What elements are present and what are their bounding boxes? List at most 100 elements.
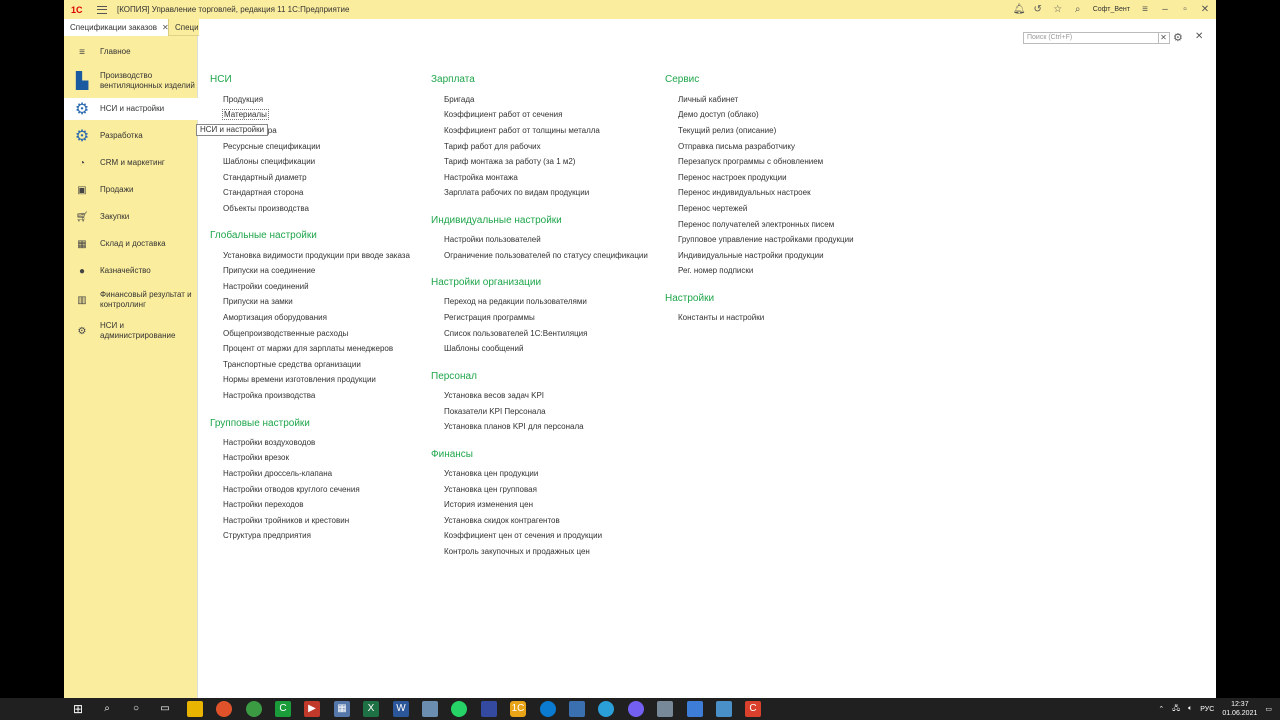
list-item[interactable]: Текущий релиз (описание) (678, 126, 776, 135)
clear-search-icon[interactable]: ✕ (1158, 32, 1170, 44)
user-name[interactable]: Софт_Вент (1093, 6, 1130, 13)
firefox-icon[interactable] (216, 701, 232, 717)
search-input[interactable]: Поиск (Ctrl+F) (1023, 32, 1159, 44)
list-item[interactable]: Коэффициент цен от сечения и продукции (444, 531, 602, 540)
list-item[interactable]: Транспортные средства организации (223, 360, 361, 369)
app-icon[interactable] (569, 701, 585, 717)
list-item[interactable]: Тариф монтажа за работу (за 1 м2) (444, 157, 575, 166)
list-item[interactable]: Настройка производства (223, 391, 315, 400)
telegram-icon[interactable] (598, 701, 614, 717)
task-view-icon[interactable]: ▭ (157, 701, 173, 717)
sidebar-item-crm[interactable]: ◔ CRM и маркетинг (64, 156, 198, 170)
app-icon[interactable] (422, 701, 438, 717)
list-item[interactable]: Личный кабинет (678, 95, 738, 104)
list-item[interactable]: Контроль закупочных и продажных цен (444, 547, 590, 556)
list-item[interactable]: Показатели KPI Персонала (444, 407, 546, 416)
1c-app-icon[interactable]: 1С (510, 701, 526, 717)
link-spec-templates[interactable]: Шаблоны спецификации (223, 157, 315, 166)
list-item[interactable]: Ограничение пользователей по статусу спе… (444, 251, 648, 260)
list-item[interactable]: Настройки пользователей (444, 235, 541, 244)
link-standard-diameter[interactable]: Стандартный диаметр (223, 173, 307, 182)
sidebar-item-production[interactable]: ▙ Производство вентиляционных изделий (64, 69, 198, 93)
search-icon[interactable]: ⌕ (99, 701, 115, 717)
list-item[interactable]: Перенос чертежей (678, 204, 747, 213)
link-products[interactable]: Продукция (223, 95, 263, 104)
list-item[interactable]: Настройки врезок (223, 453, 289, 462)
bell-icon[interactable]: 🔔︎ (1013, 4, 1026, 15)
sidebar-item-purchases[interactable]: 🛒︎ Закупки (64, 210, 198, 224)
list-item[interactable]: Регистрация программы (444, 313, 535, 322)
tab-spec-orders[interactable]: Спецификации заказов ✕ (64, 19, 169, 36)
list-item[interactable]: Установка цен продукции (444, 469, 538, 478)
main-menu-icon[interactable] (97, 5, 107, 14)
panel-settings-icon[interactable]: ⚙ (1173, 31, 1183, 44)
volume-icon[interactable]: 🔈︎ (1188, 705, 1192, 713)
list-item[interactable]: Тариф работ для рабочих (444, 142, 541, 151)
chrome-icon[interactable] (246, 701, 262, 717)
file-explorer-icon[interactable] (187, 701, 203, 717)
list-item[interactable]: Шаблоны сообщений (444, 344, 523, 353)
list-item[interactable]: Перенос индивидуальных настроек (678, 188, 811, 197)
list-item[interactable]: Зарплата рабочих по видам продукции (444, 188, 589, 197)
sidebar-item-treasury[interactable]: ● Казначейство (64, 264, 198, 278)
tab-spec[interactable]: Специф (168, 19, 198, 36)
list-item[interactable]: Демо доступ (облако) (678, 110, 759, 119)
list-item[interactable]: Установка цен групповая (444, 485, 537, 494)
list-item[interactable]: Настройки дроссель-клапана (223, 469, 332, 478)
language-indicator[interactable]: РУС (1200, 706, 1214, 713)
list-item[interactable]: Настройки воздуховодов (223, 438, 315, 447)
list-item[interactable]: Припуски на замки (223, 297, 293, 306)
list-item[interactable]: Установка планов KPI для персонала (444, 422, 584, 431)
list-item[interactable]: Амортизация оборудования (223, 313, 327, 322)
list-item[interactable]: Групповое управление настройками продукц… (678, 235, 854, 244)
close-panel-icon[interactable]: ✕ (1195, 31, 1203, 42)
list-item[interactable]: Перенос получателей электронных писем (678, 220, 834, 229)
list-item[interactable]: Настройка монтажа (444, 173, 518, 182)
edge-icon[interactable] (540, 701, 556, 717)
sidebar-item-main[interactable]: ≡ Главное (64, 45, 198, 59)
sidebar-item-sales[interactable]: ▣ Продажи (64, 183, 198, 197)
maximize-icon[interactable]: ▫ (1180, 4, 1190, 15)
word-icon[interactable]: W (393, 701, 409, 717)
list-item[interactable]: История изменения цен (444, 500, 533, 509)
whatsapp-icon[interactable] (451, 701, 467, 717)
list-item[interactable]: Переход на редакции пользователями (444, 297, 587, 306)
list-item[interactable]: Отправка письма разработчику (678, 142, 795, 151)
show-hidden-icons-icon[interactable]: ⌃ (1158, 705, 1164, 713)
list-item[interactable]: Настройки переходов (223, 500, 304, 509)
notifications-icon[interactable]: ▭ (1265, 705, 1272, 713)
list-item[interactable]: Общепроизводственные расходы (223, 329, 348, 338)
link-materials[interactable]: Материалы (222, 109, 269, 120)
sidebar-item-finance[interactable]: ▥ Финансовый результат и контроллинг (64, 289, 198, 311)
remote-desktop-icon[interactable] (716, 701, 732, 717)
sidebar-item-development[interactable]: ⚙ Разработка (64, 126, 198, 146)
settings-menu-icon[interactable]: ≡ (1140, 4, 1150, 15)
list-item[interactable]: Процент от маржи для зарплаты менеджеров (223, 344, 393, 353)
list-item[interactable]: Настройки отводов круглого сечения (223, 485, 360, 494)
list-item[interactable]: Коэффициент работ от толщины металла (444, 126, 600, 135)
list-item[interactable]: Установка весов задач KPI (444, 391, 544, 400)
sidebar-item-nsi-settings[interactable]: ⚙ НСИ и настройки (64, 98, 198, 120)
search-icon[interactable]: ⌕ (1073, 4, 1083, 15)
network-icon[interactable]: 🖧︎ (1172, 704, 1180, 715)
calculator-icon[interactable]: ▦ (334, 701, 350, 717)
list-item[interactable]: Настройки соединений (223, 282, 309, 291)
list-item[interactable]: Бригада (444, 95, 474, 104)
clock[interactable]: 12:37 01.06.2021 (1222, 700, 1257, 718)
list-item[interactable]: Коэффициент работ от сечения (444, 110, 562, 119)
link-resource-specs[interactable]: Ресурсные спецификации (223, 142, 320, 151)
app-icon[interactable]: C (275, 701, 291, 717)
windows-start-icon[interactable]: ⊞ (70, 701, 86, 717)
app-icon[interactable]: C (745, 701, 761, 717)
list-item[interactable]: Рег. номер подписки (678, 266, 753, 275)
close-window-icon[interactable]: ✕ (1200, 4, 1210, 15)
list-item[interactable]: Индивидуальные настройки продукции (678, 251, 824, 260)
link-production-objects[interactable]: Объекты производства (223, 204, 309, 213)
list-item[interactable]: Константы и настройки (678, 313, 764, 322)
list-item[interactable]: Нормы времени изготовления продукции (223, 375, 376, 384)
list-item[interactable]: Структура предприятия (223, 531, 311, 540)
excel-icon[interactable]: X (363, 701, 379, 717)
sidebar-item-warehouse[interactable]: ▦ Склад и доставка (64, 237, 198, 251)
sidebar-item-admin[interactable]: ⚙ НСИ и администрирование (64, 320, 198, 342)
viber-icon[interactable] (628, 701, 644, 717)
